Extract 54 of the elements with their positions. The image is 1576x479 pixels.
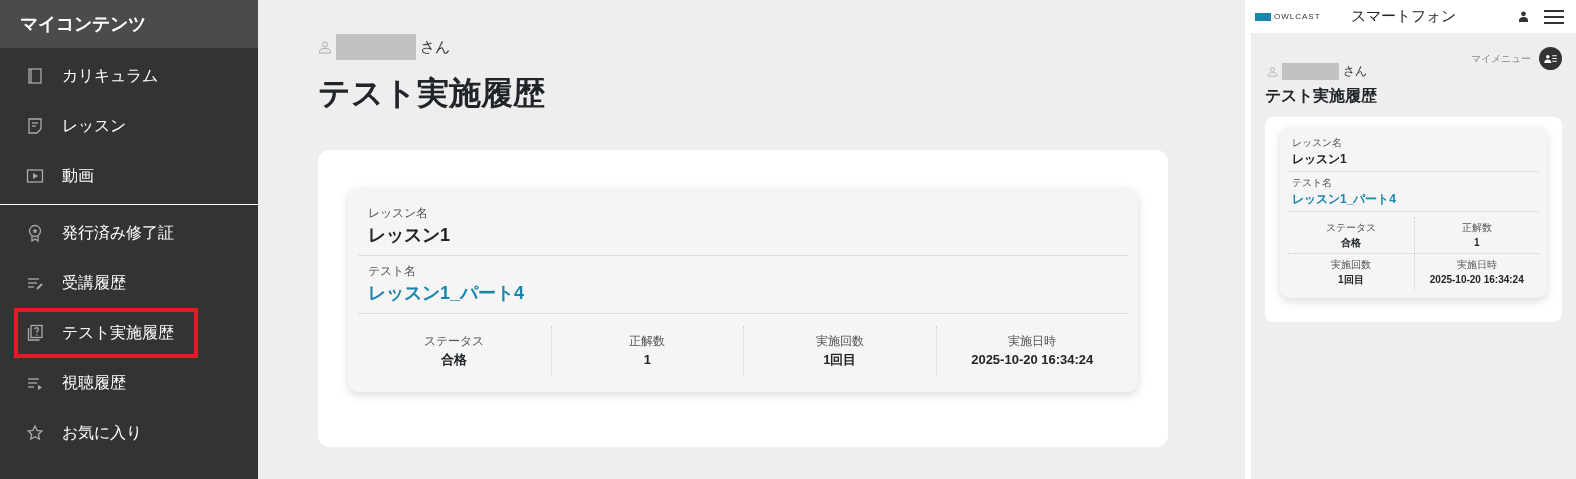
stat-label: 実施日時 [1455,258,1498,273]
stat-label: 実施回数 [1329,258,1372,273]
field-label: レッスン名 [1291,136,1343,151]
stat-value: 1 [1472,236,1481,251]
stat-label: 実施回数 [814,333,865,351]
sidebar-item[interactable]: お気に入り [14,408,198,458]
logo-text: OWLCAST [1274,10,1321,23]
stat-label: 正解数 [628,333,667,351]
user-icon[interactable] [1519,11,1528,22]
stat-value: 1 [642,351,652,370]
field-label: テスト名 [1291,176,1333,191]
question-icon [26,324,44,342]
stat-value: 1回目 [822,351,858,370]
star-icon [26,424,44,442]
note-icon [26,117,44,135]
sidebar-item[interactable]: 視聴履歴 [14,358,198,408]
redacted-name [1282,62,1339,80]
name-suffix: さん [420,36,450,57]
name-suffix: さん [1343,63,1367,80]
test-name-link[interactable]: レッスン1_パート4 [1292,192,1397,207]
logo-mark-icon [1255,12,1271,21]
sidebar-item[interactable]: テスト実施履歴 [14,308,198,358]
my-menu-button[interactable] [1539,47,1562,70]
field-label: レッスン名 [367,205,429,223]
stat-label: ステータス [1324,221,1377,236]
play-icon [26,167,44,185]
sidebar-item[interactable]: 受講履歴 [14,258,198,308]
stat-value: 2025-10-20 16:34:24 [1428,273,1525,288]
page-title: テスト実施履歴 [1265,86,1378,106]
test-name-link[interactable]: レッスン1_パート4 [368,283,525,304]
sidebar-title: マイコンテンツ [0,0,258,48]
lesson-name: レッスン1 [367,224,451,248]
user-list-icon [1544,54,1557,63]
stat-label: 正解数 [1460,221,1493,236]
field-label: テスト名 [367,263,417,281]
phone-title: スマートフォン [1350,6,1457,27]
lesson-name: レッスン1 [1291,151,1348,169]
page-title: テスト実施履歴 [318,74,546,113]
sidebar-item[interactable]: 動画 [14,151,198,201]
stat-value: 合格 [1339,236,1362,251]
stat-label: ステータス [423,333,486,351]
my-menu-label: マイメニュー [1471,52,1531,66]
book-icon [26,67,44,85]
sidebar-item[interactable]: 発行済み修了証 [14,208,198,258]
stat-value: 2025-10-20 16:34:24 [970,351,1095,370]
sidebar-item[interactable]: レッスン [14,101,198,151]
medal-icon [26,224,44,242]
user-icon [1267,65,1278,77]
stat-value: 1回目 [1336,273,1365,288]
stat-value: 合格 [440,351,469,370]
stat-label: 実施日時 [1007,333,1058,351]
sidebar-item[interactable]: カリキュラム [14,51,198,101]
user-icon [318,40,332,54]
menu-icon[interactable] [1544,8,1564,25]
